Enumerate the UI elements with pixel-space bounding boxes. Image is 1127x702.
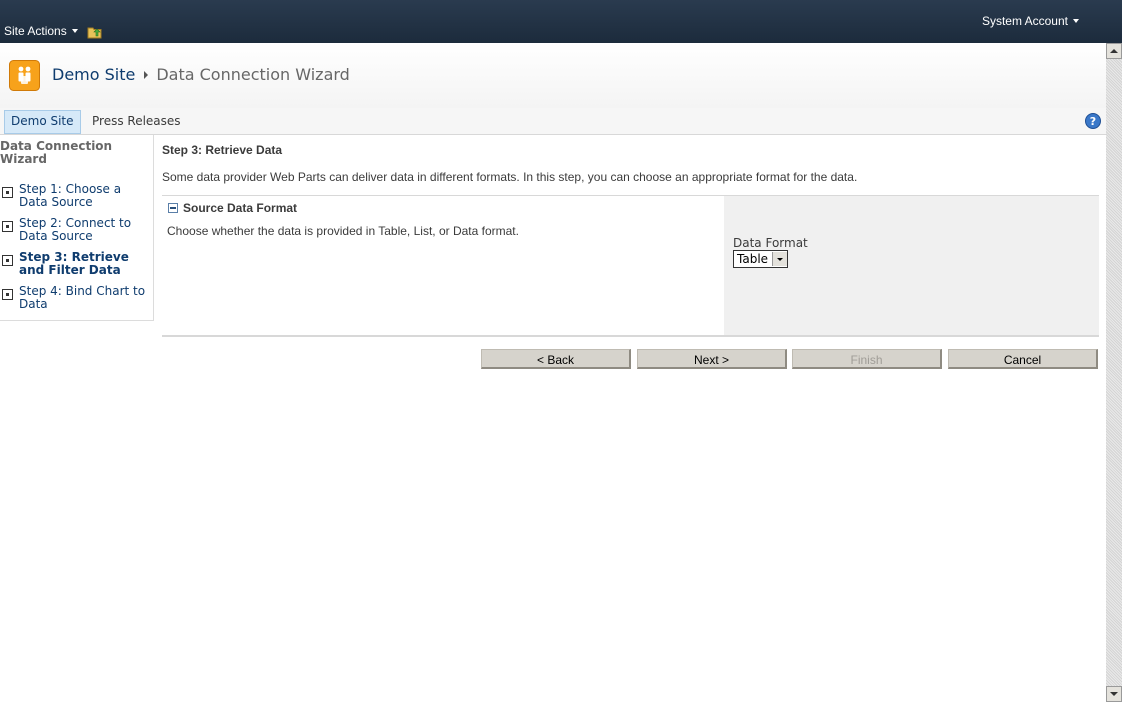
section-title: Source Data Format xyxy=(183,201,298,215)
ribbon-bar: Site Actions System Account xyxy=(0,0,1127,43)
wizard-step-label: Step 3: Retrieve and Filter Data xyxy=(19,250,129,277)
wizard-step-label: Step 1: Choose a Data Source xyxy=(19,182,122,209)
wizard-steps-nav: Data Connection Wizard Step 1: Choose a … xyxy=(0,135,154,321)
data-format-label: Data Format xyxy=(733,236,808,250)
dropdown-arrow-icon[interactable] xyxy=(772,252,787,266)
arrow-up-icon xyxy=(1110,49,1118,53)
wizard-step-3[interactable]: Step 3: Retrieve and Filter Data xyxy=(0,251,152,277)
data-format-selected-value: Table xyxy=(737,252,769,266)
wizard-step-label: Step 4: Bind Chart to Data xyxy=(19,284,146,311)
tab-press-releases[interactable]: Press Releases xyxy=(86,110,187,132)
chevron-down-icon xyxy=(1073,19,1079,23)
step-bullet-icon xyxy=(2,289,13,300)
top-navigation: Demo Site Press Releases xyxy=(0,108,1106,135)
back-button[interactable]: < Back xyxy=(481,349,631,369)
user-menu[interactable]: System Account xyxy=(982,14,1079,28)
step-bullet-icon xyxy=(2,187,13,198)
wizard-step-1[interactable]: Step 1: Choose a Data Source xyxy=(0,183,152,209)
site-actions-label: Site Actions xyxy=(4,24,67,38)
wizard-step-label: Step 2: Connect to Data Source xyxy=(19,216,132,243)
site-actions-menu[interactable]: Site Actions xyxy=(4,24,78,38)
step-bullet-icon xyxy=(2,221,13,232)
section-description-panel: Source Data Format Choose whether the da… xyxy=(162,196,724,335)
breadcrumb-separator-icon xyxy=(144,70,149,79)
step-bullet-icon xyxy=(2,255,13,266)
help-icon[interactable]: ? xyxy=(1085,113,1101,129)
title-area: Demo Site Data Connection Wizard xyxy=(0,43,1106,109)
page-title: Data Connection Wizard xyxy=(156,65,350,84)
step-description: Some data provider Web Parts can deliver… xyxy=(162,170,858,184)
svg-text:?: ? xyxy=(1090,115,1096,128)
step-heading: Step 3: Retrieve Data xyxy=(162,143,283,157)
collapse-minus-icon[interactable] xyxy=(168,203,178,213)
wizard-step-4[interactable]: Step 4: Bind Chart to Data xyxy=(0,285,152,311)
finish-button: Finish xyxy=(792,349,942,369)
next-button[interactable]: Next > xyxy=(637,349,787,369)
breadcrumb: Demo Site Data Connection Wizard xyxy=(52,65,350,84)
caret-down-icon xyxy=(71,29,78,33)
section-field-panel: Data Format Table xyxy=(724,196,1099,335)
section-description: Choose whether the data is provided in T… xyxy=(167,224,519,238)
scroll-down-button[interactable] xyxy=(1106,686,1122,702)
arrow-down-icon xyxy=(1110,692,1118,696)
wizard-step-2[interactable]: Step 2: Connect to Data Source xyxy=(0,217,152,243)
vertical-scrollbar[interactable] xyxy=(1106,43,1122,702)
data-format-select[interactable]: Table xyxy=(733,250,788,268)
window-edge xyxy=(1122,0,1127,702)
wizard-nav-title: Data Connection Wizard xyxy=(0,139,113,166)
tab-demo-site[interactable]: Demo Site xyxy=(4,110,81,134)
folder-up-icon[interactable] xyxy=(87,25,103,39)
user-name: System Account xyxy=(981,14,1068,28)
cancel-button[interactable]: Cancel xyxy=(948,349,1098,369)
scroll-up-button[interactable] xyxy=(1106,43,1122,59)
breadcrumb-site-link[interactable]: Demo Site xyxy=(52,65,135,84)
source-data-format-section: Source Data Format Choose whether the da… xyxy=(162,195,1099,337)
sharepoint-site-logo-icon[interactable] xyxy=(9,60,40,91)
